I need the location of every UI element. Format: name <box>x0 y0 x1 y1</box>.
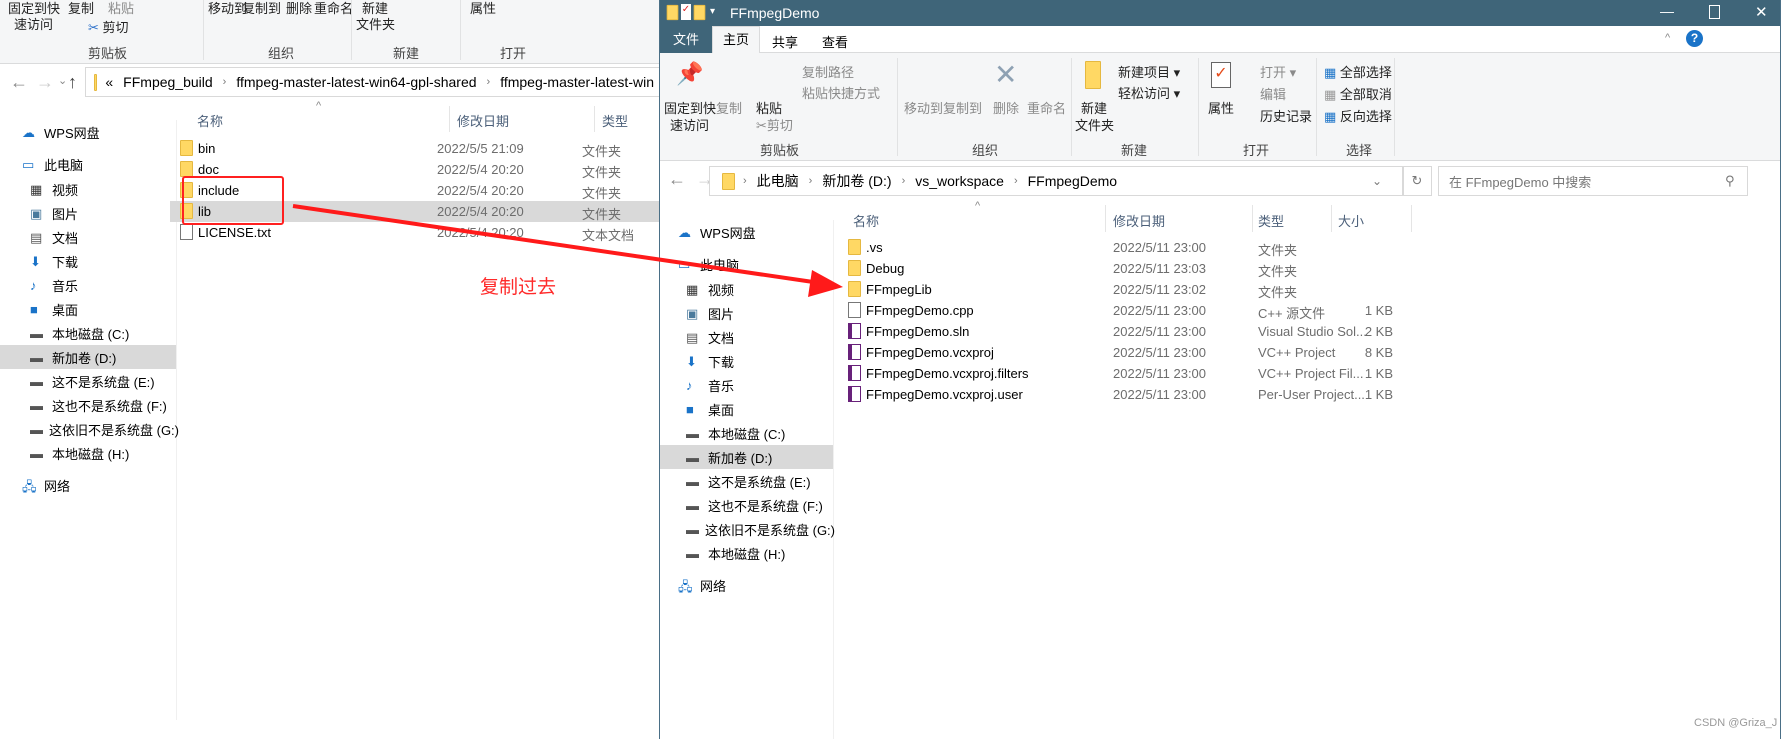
annotation-text: 复制过去 <box>480 277 557 298</box>
arrow-head <box>808 270 843 297</box>
annotation-arrow <box>292 204 843 297</box>
arrow-shaft <box>292 204 821 285</box>
